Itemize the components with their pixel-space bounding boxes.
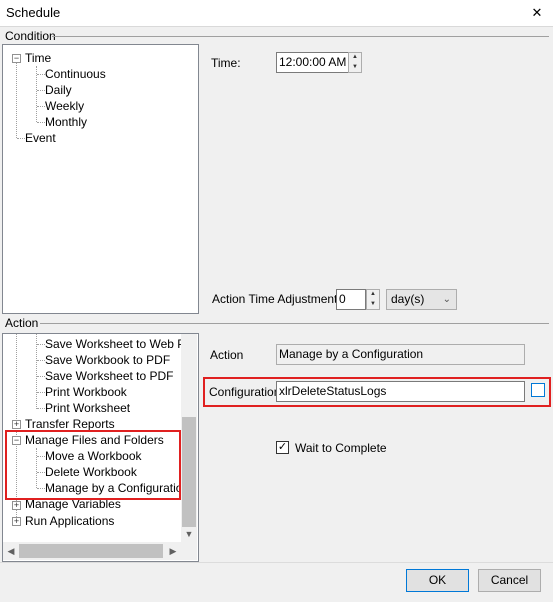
adjust-unit-select[interactable]: day(s) ⌄ bbox=[386, 289, 457, 310]
transfer-expander[interactable]: + bbox=[12, 420, 21, 429]
run-expander[interactable]: + bbox=[12, 517, 21, 526]
scroll-right-icon[interactable]: ▶ bbox=[165, 543, 181, 559]
spin-up-icon[interactable]: ▲ bbox=[367, 290, 379, 300]
hscroll-thumb[interactable] bbox=[19, 544, 163, 558]
spin-up-icon[interactable]: ▲ bbox=[349, 53, 361, 63]
close-button[interactable]: ✕ bbox=[526, 3, 548, 23]
tree-item-event[interactable]: Event bbox=[25, 130, 56, 146]
tree-item-save-worksheet-web[interactable]: Save Worksheet to Web Pa bbox=[45, 336, 192, 352]
tree-horizontal-scrollbar[interactable]: ◀ ▶ bbox=[3, 542, 197, 560]
adjust-label: Action Time Adjustment: bbox=[212, 292, 341, 306]
chevron-down-icon: ⌄ bbox=[442, 294, 451, 305]
action-field-label: Action bbox=[210, 348, 244, 362]
variables-expander[interactable]: + bbox=[12, 501, 21, 510]
tree-item-print-worksheet[interactable]: Print Worksheet bbox=[45, 400, 130, 416]
tree-highlight-box bbox=[5, 430, 181, 500]
action-label: Action bbox=[5, 316, 39, 330]
tree-item-run-applications[interactable]: Run Applications bbox=[25, 513, 114, 529]
scroll-left-icon[interactable]: ◀ bbox=[3, 543, 19, 559]
tree-item-save-worksheet-pdf[interactable]: Save Worksheet to PDF bbox=[45, 368, 174, 384]
tree-item-weekly[interactable]: Weekly bbox=[45, 98, 84, 114]
tree-item-monthly[interactable]: Monthly bbox=[45, 114, 87, 130]
tree-item-continuous[interactable]: Continuous bbox=[45, 66, 106, 82]
wait-checkbox[interactable]: ✓ bbox=[276, 441, 289, 454]
adjust-input[interactable]: 0 bbox=[336, 289, 366, 310]
config-input[interactable]: xlrDeleteStatusLogs bbox=[276, 381, 525, 402]
scroll-down-icon[interactable]: ▼ bbox=[181, 526, 197, 542]
title-bar: Schedule ✕ bbox=[0, 0, 553, 27]
browse-button[interactable] bbox=[531, 383, 545, 397]
time-spinner[interactable]: ▲ ▼ bbox=[348, 52, 362, 73]
action-divider bbox=[40, 323, 549, 324]
spin-down-icon[interactable]: ▼ bbox=[349, 63, 361, 73]
config-label: Configuration bbox=[209, 385, 281, 399]
tree-item-time[interactable]: Time bbox=[25, 50, 51, 66]
bottom-divider bbox=[0, 562, 553, 563]
time-input[interactable]: 12:00:00 AM bbox=[276, 52, 349, 73]
action-field: Manage by a Configuration bbox=[276, 344, 525, 365]
adjust-unit-value: day(s) bbox=[391, 292, 425, 306]
time-label: Time: bbox=[211, 56, 241, 70]
condition-label: Condition bbox=[5, 29, 56, 43]
condition-tree[interactable]: − Time Continuous Daily Weekly Monthly E… bbox=[2, 44, 199, 314]
tree-vertical-scrollbar[interactable]: ▼ bbox=[181, 334, 197, 542]
adjust-spinner[interactable]: ▲ ▼ bbox=[366, 289, 380, 310]
tree-item-daily[interactable]: Daily bbox=[45, 82, 72, 98]
ok-button[interactable]: OK bbox=[406, 569, 469, 592]
spin-down-icon[interactable]: ▼ bbox=[367, 300, 379, 310]
scroll-thumb[interactable] bbox=[182, 417, 196, 527]
tree-item-save-workbook-pdf[interactable]: Save Workbook to PDF bbox=[45, 352, 170, 368]
time-expander[interactable]: − bbox=[12, 54, 21, 63]
cancel-button[interactable]: Cancel bbox=[478, 569, 541, 592]
tree-item-print-workbook[interactable]: Print Workbook bbox=[45, 384, 127, 400]
wait-label: Wait to Complete bbox=[295, 441, 387, 455]
window-title: Schedule bbox=[6, 5, 61, 20]
condition-divider bbox=[52, 36, 549, 37]
